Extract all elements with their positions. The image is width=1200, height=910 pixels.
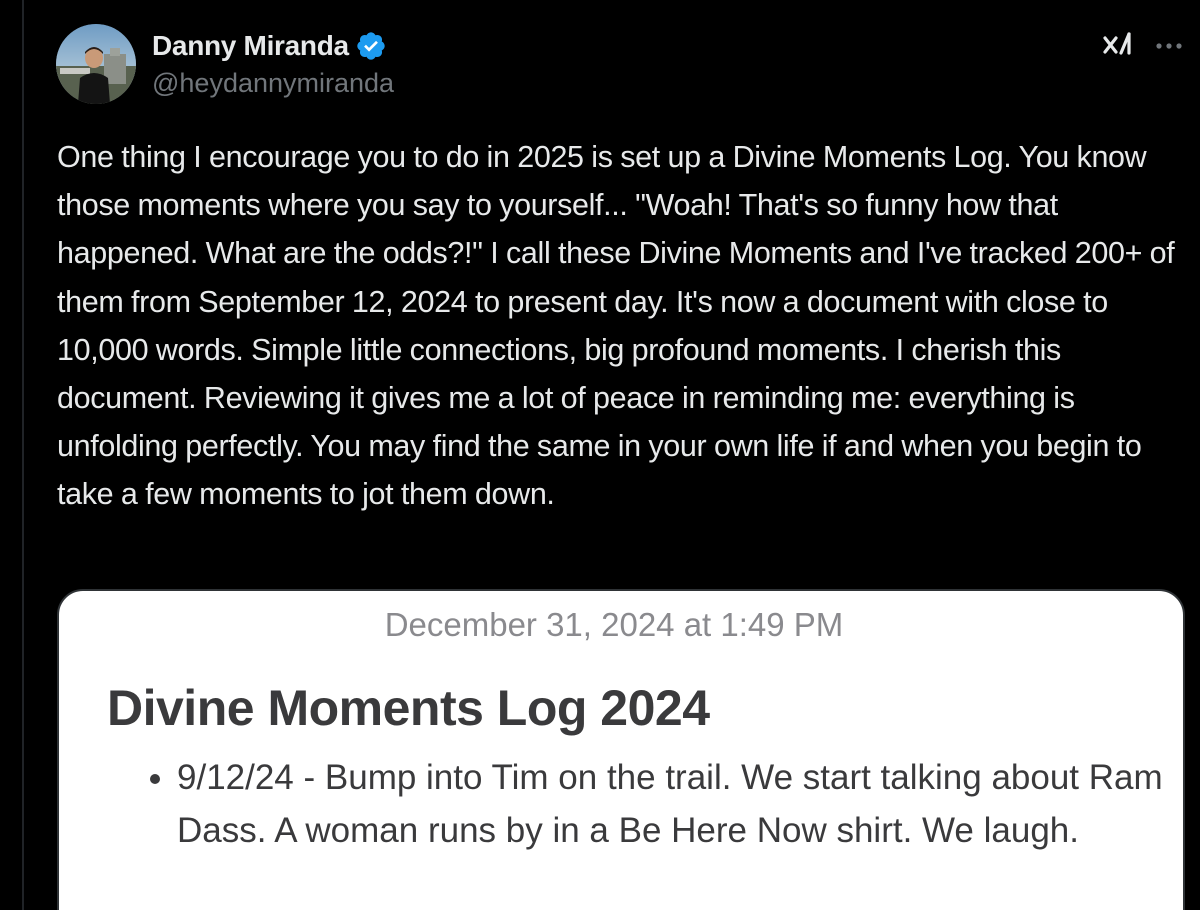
note-entry-list: 9/12/24 - Bump into Tim on the trail. We…	[129, 751, 1183, 857]
tweet-top-actions	[1100, 28, 1184, 64]
tweet-media-image[interactable]: December 31, 2024 at 1:49 PM Divine Mome…	[57, 589, 1185, 910]
note-title: Divine Moments Log 2024	[107, 680, 710, 736]
timeline-border	[22, 0, 24, 910]
note-date: December 31, 2024 at 1:49 PM	[384, 606, 844, 643]
note-entry: 9/12/24 - Bump into Tim on the trail. We…	[177, 751, 1183, 857]
avatar[interactable]	[56, 24, 136, 104]
profile-photo	[56, 24, 136, 104]
more-options-icon[interactable]	[1154, 31, 1184, 61]
author-display-name[interactable]: Danny Miranda	[152, 30, 349, 62]
tweet-header: Danny Miranda @heydannymiranda	[56, 24, 1200, 108]
name-row: Danny Miranda	[152, 28, 394, 64]
tweet-text: One thing I encourage you to do in 2025 …	[57, 140, 1175, 512]
author-handle[interactable]: @heydannymiranda	[152, 68, 394, 99]
grok-icon[interactable]	[1100, 28, 1136, 64]
tweet-page: Danny Miranda @heydannymiranda One thing…	[0, 0, 1200, 910]
author-block: Danny Miranda @heydannymiranda	[152, 28, 394, 99]
verified-badge-icon[interactable]	[355, 30, 387, 62]
